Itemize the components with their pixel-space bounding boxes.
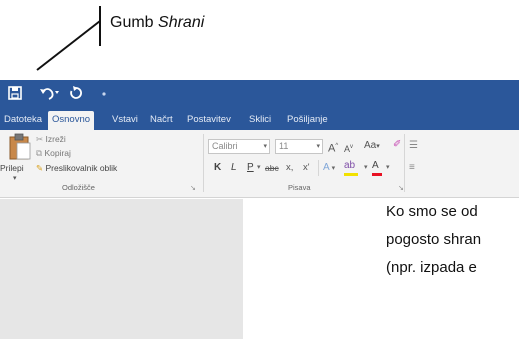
tab-references[interactable]: Sklici — [245, 111, 275, 130]
font-size-value: 11 — [279, 141, 289, 151]
grow-font-button[interactable]: A^ — [328, 139, 338, 156]
group-divider — [404, 134, 405, 192]
italic-button[interactable]: L — [231, 161, 237, 175]
highlight-button[interactable]: ab — [344, 159, 358, 176]
copy-icon: ⧉ — [36, 148, 43, 158]
tab-mailings[interactable]: Pošiljanje — [283, 111, 332, 130]
font-name-box[interactable]: Calibri ▾ — [208, 139, 270, 154]
clipboard-icon — [9, 133, 31, 160]
customize-toolbar-icon[interactable] — [101, 86, 107, 104]
font-group-label: Pisava — [288, 183, 311, 192]
font-dialog-launcher-icon[interactable]: ↘ — [398, 184, 404, 192]
callout-label: Gumb Shrani — [110, 14, 205, 31]
font-size-box[interactable]: 11 ▾ — [275, 139, 323, 154]
chevron-down-icon: ▾ — [13, 175, 17, 182]
document-line: pogosto shran — [386, 231, 482, 248]
change-case-button[interactable]: Aa▾ — [364, 139, 380, 154]
font-name-value: Calibri — [212, 141, 238, 151]
document-area: Ko smo se od pogosto shran (npr. izpada … — [0, 199, 519, 339]
bullets-icon[interactable]: ☰ — [409, 139, 418, 153]
scissors-icon: ✂ — [36, 134, 44, 144]
subscript-button[interactable]: x, — [286, 161, 293, 175]
text-effects-button[interactable]: A ▾ — [323, 161, 335, 176]
ribbon-tabs: Datoteka Osnovno Vstavi Načrt Postavitev… — [0, 108, 519, 130]
tab-home[interactable]: Osnovno — [48, 111, 95, 130]
copy-button[interactable]: ⧉ Kopiraj — [36, 148, 71, 159]
word-window: Datoteka Osnovno Vstavi Načrt Postavitev… — [0, 80, 519, 339]
bold-button[interactable]: K — [214, 161, 221, 175]
tab-design[interactable]: Načrt — [146, 111, 177, 130]
chevron-down-icon: ▾ — [257, 164, 261, 171]
cut-button[interactable]: ✂ Izreži — [36, 134, 66, 145]
format-painter-label: Preslikovalnik oblik — [45, 163, 118, 173]
document-line: (npr. izpada e — [386, 259, 477, 276]
document-page[interactable]: Ko smo se od pogosto shran (npr. izpada … — [243, 199, 519, 339]
align-left-icon[interactable]: ≡ — [409, 161, 415, 175]
brush-icon: ✎ — [36, 163, 44, 173]
redo-icon[interactable] — [69, 86, 83, 104]
format-painter-button[interactable]: ✎ Preslikovalnik oblik — [36, 163, 117, 174]
cut-label: Izreži — [45, 134, 66, 144]
callout-pointer-line — [36, 6, 101, 71]
quick-access-toolbar — [0, 80, 519, 108]
chevron-down-icon: ▾ — [263, 143, 267, 150]
group-divider — [203, 134, 204, 192]
tab-file[interactable]: Datoteka — [0, 111, 46, 130]
clipboard-dialog-launcher-icon[interactable]: ↘ — [190, 184, 196, 192]
copy-label: Kopiraj — [44, 148, 71, 158]
chevron-down-icon: ▾ — [364, 164, 368, 171]
chevron-down-icon: ▾ — [316, 143, 320, 150]
group-divider — [318, 160, 319, 176]
underline-button[interactable]: P — [247, 161, 254, 175]
highlighter-icon: ab — [344, 160, 356, 171]
strikethrough-button[interactable]: abc — [265, 161, 279, 175]
save-icon[interactable] — [8, 86, 22, 104]
chevron-down-icon: ▾ — [386, 164, 390, 171]
ribbon-home: Prilepi ▾ ✂ Izreži ⧉ Kopiraj ✎ Preslikov… — [0, 130, 519, 198]
clipboard-group-label: Odložišče — [62, 183, 95, 192]
tab-insert[interactable]: Vstavi — [108, 111, 142, 130]
tab-layout[interactable]: Postavitev — [183, 111, 235, 130]
font-color-button[interactable]: A — [372, 159, 382, 176]
undo-icon[interactable] — [39, 86, 61, 104]
document-line: Ko smo se od — [386, 203, 478, 220]
clear-formatting-icon[interactable]: ✐ — [393, 138, 401, 152]
paste-label: Prilepi — [0, 163, 24, 173]
shrink-font-button[interactable]: Av — [344, 140, 353, 156]
superscript-button[interactable]: x' — [303, 161, 310, 175]
